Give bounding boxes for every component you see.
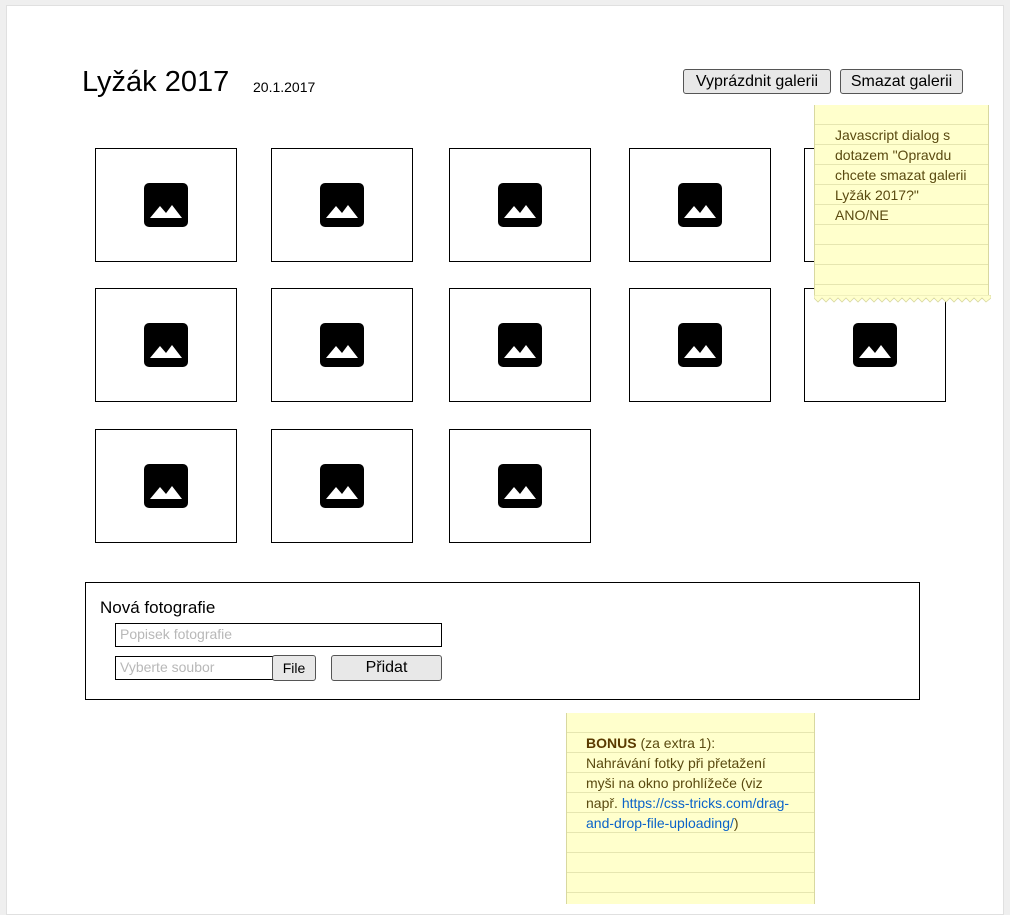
new-photo-form: Nová fotografie Popisek fotografie Vyber… [85,582,920,700]
note-line: Javascript dialog s [835,127,951,143]
note-line: chcete smazat galerii [835,167,967,183]
note-line: and-drop-file-uploading/) [586,813,789,833]
photo-thumbnail[interactable] [804,288,946,402]
photo-thumbnail[interactable] [449,288,591,402]
note-text: (za extra 1): [636,735,716,751]
image-icon [678,323,722,367]
reference-link[interactable]: and-drop-file-uploading/ [586,815,734,831]
image-icon [853,323,897,367]
photo-thumbnail[interactable] [629,148,771,262]
note-line: myši na okno prohlížeče (viz [586,775,763,791]
gallery-title: Lyžák 2017 [82,66,230,98]
sticky-note-bonus: BONUS (za extra 1): Nahrávání fotky při … [566,713,815,904]
note-line: např. https://css-tricks.com/drag- [586,793,789,813]
note-bold-label: BONUS [586,735,637,751]
image-icon [144,183,188,227]
note-line: BONUS (za extra 1): [586,733,789,753]
form-title: Nová fotografie [100,598,216,617]
photo-thumbnail[interactable] [271,429,413,543]
file-browse-button[interactable]: File [272,655,316,681]
gallery-date: 20.1.2017 [253,79,316,95]
photo-thumbnail[interactable] [271,148,413,262]
reference-link[interactable]: https://css-tricks.com/drag- [622,795,789,811]
image-icon [320,464,364,508]
photo-thumbnail[interactable] [271,288,413,402]
add-photo-button[interactable]: Přidat [331,655,442,681]
photo-thumbnail[interactable] [449,429,591,543]
file-path-input[interactable]: Vyberte soubor [115,656,275,680]
image-icon [320,323,364,367]
image-icon [320,183,364,227]
note-text: ) [733,815,739,831]
photo-thumbnail[interactable] [95,429,237,543]
image-icon [678,183,722,227]
photo-thumbnail[interactable] [95,148,237,262]
photo-thumbnail[interactable] [95,288,237,402]
photo-thumbnail[interactable] [449,148,591,262]
note-text: např. [586,795,622,811]
empty-gallery-button[interactable]: Vyprázdnit galerii [683,69,831,94]
sticky-note-text: Javascript dialog s dotazem "Opravdu chc… [835,125,967,225]
sticky-note-text: BONUS (za extra 1): Nahrávání fotky při … [586,733,789,833]
photo-thumbnail[interactable] [629,288,771,402]
sticky-note-dialog: Javascript dialog s dotazem "Opravdu chc… [814,105,991,303]
note-line: Nahrávání fotky při přetažení [586,755,766,771]
image-icon [498,323,542,367]
note-line: Lyžák 2017?" [835,187,919,203]
note-line: ANO/NE [835,207,889,223]
note-line: dotazem "Opravdu [835,147,952,163]
torn-edge [814,295,991,303]
delete-gallery-button[interactable]: Smazat galerii [840,69,963,94]
image-icon [498,183,542,227]
image-icon [144,464,188,508]
image-icon [498,464,542,508]
caption-input[interactable]: Popisek fotografie [115,623,442,647]
image-icon [144,323,188,367]
